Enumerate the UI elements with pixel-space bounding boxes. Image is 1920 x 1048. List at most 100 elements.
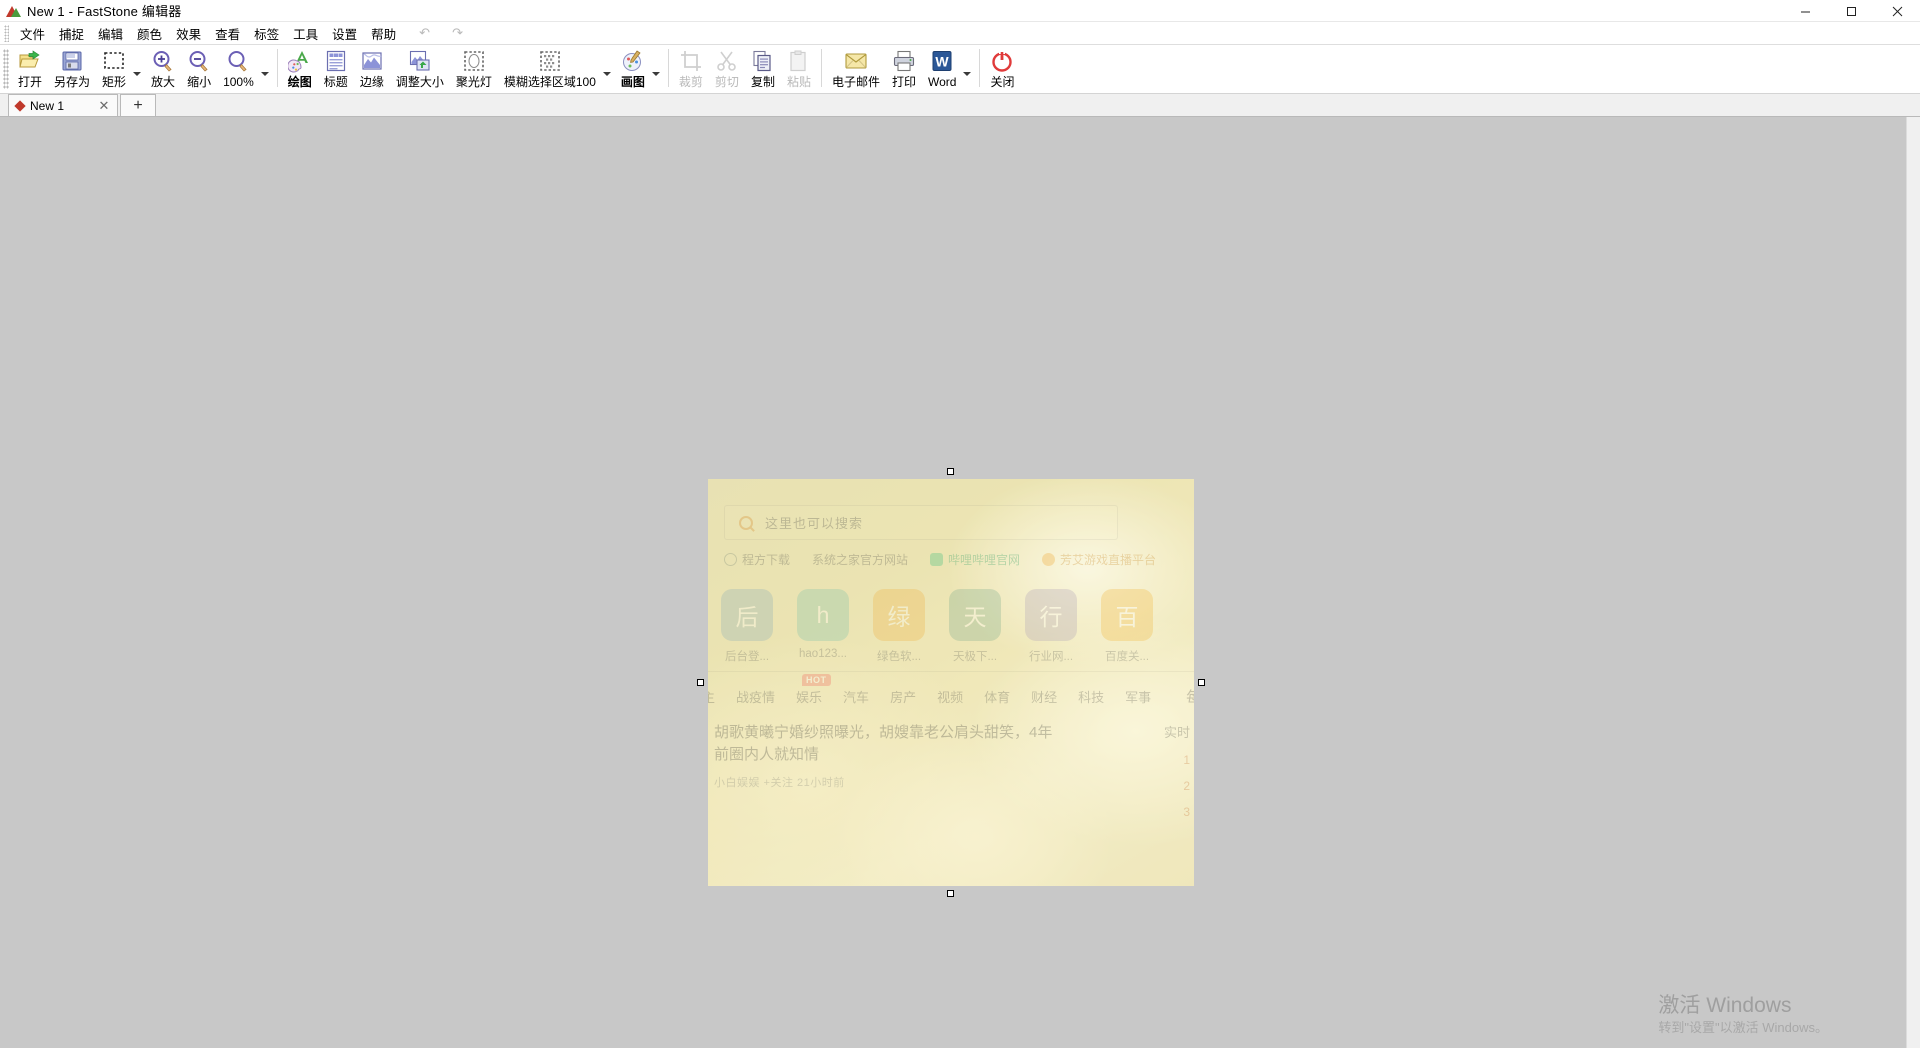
shortcut-tile-2[interactable]: 绿 绿色软... bbox=[868, 589, 930, 664]
menu-drag-grip[interactable] bbox=[4, 24, 9, 42]
zoom-actual-button[interactable]: 100% bbox=[217, 45, 260, 93]
paint-dropdown-caret-icon[interactable] bbox=[650, 49, 662, 89]
magnifier-icon bbox=[739, 515, 753, 530]
canvas-viewport[interactable]: 这里也可以搜索 程方下载 系统之家官方网站 哔哩哔哩官网 芳艾游戏直播平台 后 … bbox=[0, 117, 1906, 1048]
news-sidebar-num-0: 1 bbox=[1183, 753, 1190, 767]
paste-button: 粘贴 bbox=[781, 45, 817, 93]
window-title: New 1 - FastStone 编辑器 bbox=[27, 4, 182, 19]
new-tab-button[interactable]: + bbox=[120, 94, 156, 116]
menu-item-file[interactable]: 文件 bbox=[13, 22, 52, 45]
news-sidebar-num-1: 2 bbox=[1183, 779, 1190, 793]
shortcut-glyph-2: 绿 bbox=[873, 589, 925, 641]
menu-item-effects[interactable]: 效果 bbox=[169, 22, 208, 45]
menu-item-help[interactable]: 帮助 bbox=[364, 22, 403, 45]
news-nav-8[interactable]: 科技 bbox=[1078, 687, 1104, 706]
copy-button[interactable]: 复制 bbox=[745, 45, 781, 93]
blur-dropdown-caret-icon[interactable] bbox=[601, 49, 613, 89]
zoom-out-button[interactable]: 缩小 bbox=[181, 45, 217, 93]
news-nav-4[interactable]: 房产 bbox=[890, 687, 916, 706]
tab-new-1[interactable]: New 1 ✕ bbox=[8, 94, 118, 116]
selection-handle-bottom[interactable] bbox=[947, 890, 954, 897]
page-search-box[interactable]: 这里也可以搜索 bbox=[724, 505, 1118, 540]
news-nav-2[interactable]: HOT 娱乐 bbox=[796, 673, 831, 706]
shortcut-tile-0[interactable]: 后 后台登... bbox=[716, 589, 778, 664]
menu-item-tags[interactable]: 标签 bbox=[247, 22, 286, 45]
page-news-nav: 主 战疫情 HOT 娱乐 汽车 房产 视频 体育 财经 科技 军事 每 bbox=[708, 673, 1194, 708]
printer-icon bbox=[892, 49, 916, 73]
selection-handle-left[interactable] bbox=[697, 678, 704, 686]
email-button[interactable]: 电子邮件 bbox=[826, 45, 886, 93]
zoom-in-button-label: 放大 bbox=[151, 75, 176, 89]
edge-button-label: 边缘 bbox=[359, 75, 384, 89]
news-nav-6[interactable]: 体育 bbox=[984, 687, 1010, 706]
spotlight-button[interactable]: 聚光灯 bbox=[450, 45, 498, 93]
document-image[interactable]: 这里也可以搜索 程方下载 系统之家官方网站 哔哩哔哩官网 芳艾游戏直播平台 后 … bbox=[708, 479, 1194, 886]
shortcut-tile-5[interactable]: 百 百度关... bbox=[1096, 589, 1158, 664]
draw-button[interactable]: 绘图 bbox=[282, 45, 318, 93]
shortcut-tile-1[interactable]: h hao123... bbox=[792, 589, 854, 664]
image-selection[interactable]: 这里也可以搜索 程方下载 系统之家官方网站 哔哩哔哩官网 芳艾游戏直播平台 后 … bbox=[697, 468, 1205, 897]
paint-button[interactable]: 画图 bbox=[615, 45, 651, 93]
print-button[interactable]: 打印 bbox=[886, 45, 922, 93]
quick-link-3[interactable]: 芳艾游戏直播平台 bbox=[1042, 551, 1156, 568]
selection-handle-top[interactable] bbox=[947, 468, 954, 475]
word-button[interactable]: W Word bbox=[922, 45, 962, 93]
quick-link-icon-3 bbox=[1042, 553, 1056, 566]
vertical-scrollbar[interactable] bbox=[1906, 117, 1920, 1048]
shortcut-tile-3[interactable]: 天 天极下... bbox=[944, 589, 1006, 664]
news-headline[interactable]: 胡歌黄曦宁婚纱照曝光，胡嫂靠老公肩头甜笑，4年前圈内人就知情 bbox=[714, 722, 1064, 766]
svg-text:W: W bbox=[936, 54, 950, 70]
redo-icon[interactable]: ↷ bbox=[446, 25, 469, 41]
quick-link-icon-0 bbox=[724, 553, 737, 566]
edge-button[interactable]: 边缘 bbox=[354, 45, 390, 93]
undo-icon[interactable]: ↶ bbox=[413, 25, 436, 41]
menu-item-view[interactable]: 查看 bbox=[208, 22, 247, 45]
menu-item-tools[interactable]: 工具 bbox=[286, 22, 325, 45]
news-nav-1[interactable]: 战疫情 bbox=[736, 687, 775, 706]
news-nav-9[interactable]: 军事 bbox=[1125, 687, 1151, 706]
print-button-label: 打印 bbox=[891, 75, 916, 89]
shortcut-caption-3: 天极下... bbox=[952, 651, 998, 663]
word-dropdown-caret-icon[interactable] bbox=[961, 49, 973, 89]
selection-handle-right[interactable] bbox=[1198, 678, 1205, 686]
zoom-out-button-label: 缩小 bbox=[187, 75, 212, 89]
document-tab-bar: New 1 ✕ + bbox=[0, 94, 1920, 117]
close-doc-button[interactable]: 关闭 bbox=[984, 45, 1020, 93]
blur-region-button[interactable]: 模糊选择区域100 bbox=[498, 45, 602, 93]
shortcut-caption-2: 绿色软... bbox=[876, 651, 922, 663]
close-doc-button-label: 关闭 bbox=[990, 75, 1015, 89]
crop-button: 裁剪 bbox=[673, 45, 709, 93]
news-nav-0[interactable]: 主 bbox=[708, 687, 715, 706]
quick-link-2[interactable]: 哔哩哔哩官网 bbox=[930, 551, 1020, 568]
menu-item-settings[interactable]: 设置 bbox=[325, 22, 364, 45]
toolbar-drag-grip[interactable] bbox=[3, 49, 9, 89]
maximize-icon[interactable] bbox=[1828, 0, 1874, 22]
title-bar: New 1 - FastStone 编辑器 bbox=[0, 0, 1920, 22]
rectangle-select-button[interactable]: 矩形 bbox=[96, 45, 132, 93]
minimize-icon[interactable] bbox=[1782, 0, 1828, 22]
tab-close-icon[interactable]: ✕ bbox=[97, 98, 111, 114]
quick-link-label-2: 哔哩哔哩官网 bbox=[948, 553, 1021, 567]
rectangle-select-button-label: 矩形 bbox=[102, 75, 127, 89]
caption-button[interactable]: 标题 bbox=[318, 45, 354, 93]
zoom-dropdown-caret-icon[interactable] bbox=[259, 49, 271, 89]
activate-windows-subtitle: 转到"设置"以激活 Windows。 bbox=[1658, 1020, 1828, 1035]
menu-item-color[interactable]: 颜色 bbox=[130, 22, 169, 45]
zoom-in-button[interactable]: 放大 bbox=[145, 45, 181, 93]
open-button[interactable]: 打开 bbox=[12, 45, 48, 93]
news-nav-3[interactable]: 汽车 bbox=[843, 687, 869, 706]
blur-region-icon bbox=[538, 49, 562, 73]
word-button-label: Word bbox=[928, 75, 957, 89]
menu-item-capture[interactable]: 捕捉 bbox=[52, 22, 91, 45]
rectangle-dropdown-caret-icon[interactable] bbox=[131, 49, 143, 89]
menu-item-edit[interactable]: 编辑 bbox=[91, 22, 130, 45]
quick-link-0[interactable]: 程方下载 bbox=[724, 551, 790, 568]
resize-button[interactable]: 调整大小 bbox=[390, 45, 450, 93]
news-nav-last[interactable]: 每 bbox=[1186, 684, 1194, 708]
close-icon[interactable] bbox=[1874, 0, 1920, 22]
shortcut-tile-4[interactable]: 行 行业网... bbox=[1020, 589, 1082, 664]
news-nav-5[interactable]: 视频 bbox=[937, 687, 963, 706]
quick-link-1[interactable]: 系统之家官方网站 bbox=[812, 551, 908, 568]
save-as-button[interactable]: 另存为 bbox=[48, 45, 96, 93]
news-nav-7[interactable]: 财经 bbox=[1031, 687, 1057, 706]
